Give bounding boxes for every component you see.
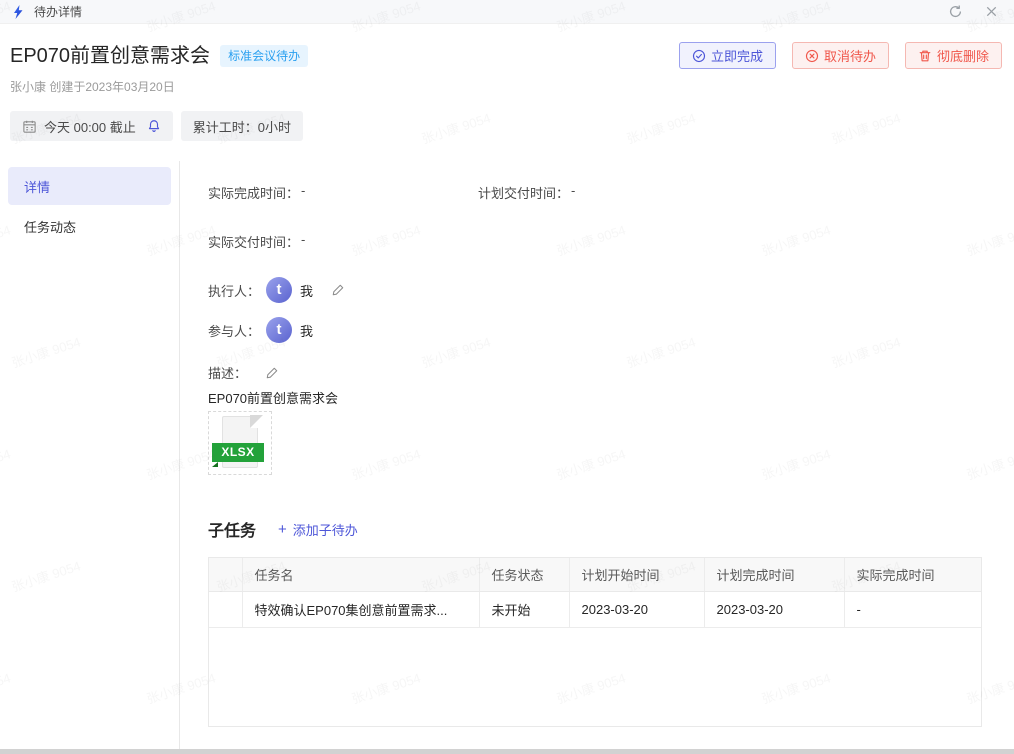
subtask-row[interactable]: 特效确认EP070集创意前置需求... 未开始 2023-03-20 2023-… (209, 591, 981, 627)
sidebar: 详情 任务动态 (0, 161, 180, 754)
participant-name: 我 (300, 321, 313, 340)
sidebar-item-detail[interactable]: 详情 (8, 167, 171, 205)
hours-chip: 累计工时：0小时 (181, 111, 303, 141)
edit-executor-icon[interactable] (331, 283, 345, 297)
xlsx-file-icon: XLSX (218, 416, 262, 470)
header-plan-complete: 计划完成时间 (704, 558, 844, 591)
add-subtask-link[interactable]: + 添加子待办 (278, 520, 358, 539)
actual-deliver-value: - (301, 232, 305, 251)
detail-content: 实际完成时间： - 计划交付时间： - 实际交付时间： - 执行人： t 我 (180, 161, 1014, 754)
subtask-plan-complete-cell: 2023-03-20 (704, 591, 844, 627)
participant-row: 参与人： t 我 (208, 317, 990, 343)
sidebar-item-activity[interactable]: 任务动态 (8, 207, 171, 245)
delete-forever-button[interactable]: 彻底删除 (905, 42, 1002, 69)
subtask-status-cell: 未开始 (479, 591, 569, 627)
todo-detail-window: 待办详情 EP070前置创意需求会 标准会议待办 (0, 0, 1014, 754)
header-task-status: 任务状态 (479, 558, 569, 591)
subtask-plan-start-cell: 2023-03-20 (569, 591, 704, 627)
executor-name: 我 (300, 281, 313, 300)
executor-avatar: t (266, 277, 292, 303)
cancel-todo-label: 取消待办 (824, 46, 876, 65)
window-title: 待办详情 (34, 3, 82, 20)
select-column-header (209, 558, 242, 591)
meeting-type-badge: 标准会议待办 (220, 45, 308, 67)
participant-avatar: t (266, 317, 292, 343)
header-task-name: 任务名 (242, 558, 479, 591)
subtask-select-cell (209, 591, 242, 627)
time-fields-row2: 实际交付时间： - (208, 232, 990, 251)
description-row: 描述： (208, 363, 990, 382)
close-icon[interactable] (982, 3, 1000, 21)
complete-now-label: 立即完成 (711, 46, 763, 65)
subtask-table: 任务名 任务状态 计划开始时间 计划完成时间 实际完成时间 特效确认EP070集… (208, 557, 982, 727)
actual-complete-label: 实际完成时间： (208, 183, 299, 202)
plus-icon: + (278, 521, 287, 538)
check-circle-icon (692, 49, 706, 63)
horizontal-scrollbar[interactable] (0, 749, 1014, 754)
deadline-text: 今天 00:00 截止 (44, 117, 136, 136)
executor-label: 执行人： (208, 281, 266, 300)
xlsx-ribbon-label: XLSX (212, 443, 264, 462)
complete-now-button[interactable]: 立即完成 (679, 42, 776, 69)
header-actual-complete: 实际完成时间 (844, 558, 981, 591)
header-actions: 立即完成 取消待办 彻底删除 (679, 42, 1002, 69)
detail-header: EP070前置创意需求会 标准会议待办 立即完成 取消待办 (0, 24, 1014, 161)
sidebar-item-detail-label: 详情 (24, 177, 50, 196)
deadline-chip[interactable]: 今天 00:00 截止 (10, 111, 173, 141)
page-title: EP070前置创意需求会 (10, 42, 210, 70)
edit-description-icon[interactable] (265, 366, 279, 380)
refresh-icon[interactable] (946, 3, 964, 21)
cancel-todo-button[interactable]: 取消待办 (792, 42, 889, 69)
add-subtask-label: 添加子待办 (293, 520, 358, 539)
bell-icon[interactable] (147, 119, 161, 133)
delete-forever-label: 彻底删除 (937, 46, 989, 65)
subtask-name-cell[interactable]: 特效确认EP070集创意前置需求... (242, 591, 479, 627)
participant-label: 参与人： (208, 321, 266, 340)
attachment-xlsx[interactable]: XLSX (208, 411, 272, 475)
subtask-table-header-row: 任务名 任务状态 计划开始时间 计划完成时间 实际完成时间 (209, 558, 981, 591)
window-titlebar: 待办详情 (0, 0, 1014, 24)
executor-row: 执行人： t 我 (208, 277, 990, 303)
cancel-circle-icon (805, 49, 819, 63)
description-label: 描述： (208, 363, 247, 382)
description-text: EP070前置创意需求会 (208, 388, 990, 407)
time-fields-row1: 实际完成时间： - 计划交付时间： - (208, 183, 990, 202)
trash-icon (918, 49, 932, 63)
subtasks-title: 子任务 (208, 517, 256, 541)
header-plan-start: 计划开始时间 (569, 558, 704, 591)
actual-complete-field: 实际完成时间： - (208, 183, 478, 202)
actual-deliver-field: 实际交付时间： - (208, 232, 478, 251)
sidebar-item-activity-label: 任务动态 (24, 217, 76, 236)
plan-deliver-value: - (571, 183, 575, 202)
hours-text: 累计工时：0小时 (193, 117, 291, 136)
plan-deliver-field: 计划交付时间： - (478, 183, 575, 202)
calendar-icon (22, 119, 37, 134)
plan-deliver-label: 计划交付时间： (478, 183, 569, 202)
actual-deliver-label: 实际交付时间： (208, 232, 299, 251)
app-logo-icon (10, 4, 26, 20)
actual-complete-value: - (301, 183, 305, 202)
subtask-actual-complete-cell: - (844, 591, 981, 627)
creator-line: 张小康 创建于2023年03月20日 (10, 78, 1002, 95)
